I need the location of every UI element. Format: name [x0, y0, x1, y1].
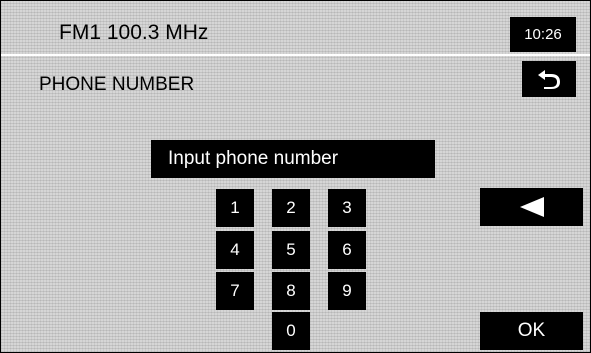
back-arrow-icon: [538, 70, 560, 89]
clock-button[interactable]: 10:26: [510, 17, 576, 52]
header-divider: [1, 54, 590, 56]
key-1[interactable]: 1: [216, 189, 254, 227]
key-6[interactable]: 6: [328, 231, 366, 269]
key-5[interactable]: 5: [272, 231, 310, 269]
back-button[interactable]: [522, 61, 576, 97]
phone-number-display: Input phone number: [151, 140, 435, 178]
radio-display: FM1 100.3 MHz 10:26 PHONE NUMBER Input p…: [0, 0, 591, 353]
key-3[interactable]: 3: [328, 189, 366, 227]
key-9[interactable]: 9: [328, 272, 366, 310]
backspace-button[interactable]: [480, 188, 583, 226]
ok-button[interactable]: OK: [480, 312, 583, 350]
key-4[interactable]: 4: [216, 231, 254, 269]
left-triangle-icon: [519, 197, 544, 217]
key-2[interactable]: 2: [272, 189, 310, 227]
station-info: FM1 100.3 MHz: [59, 21, 209, 44]
key-7[interactable]: 7: [216, 272, 254, 310]
key-8[interactable]: 8: [272, 272, 310, 310]
page-title: PHONE NUMBER: [39, 74, 195, 95]
key-0[interactable]: 0: [272, 312, 310, 350]
